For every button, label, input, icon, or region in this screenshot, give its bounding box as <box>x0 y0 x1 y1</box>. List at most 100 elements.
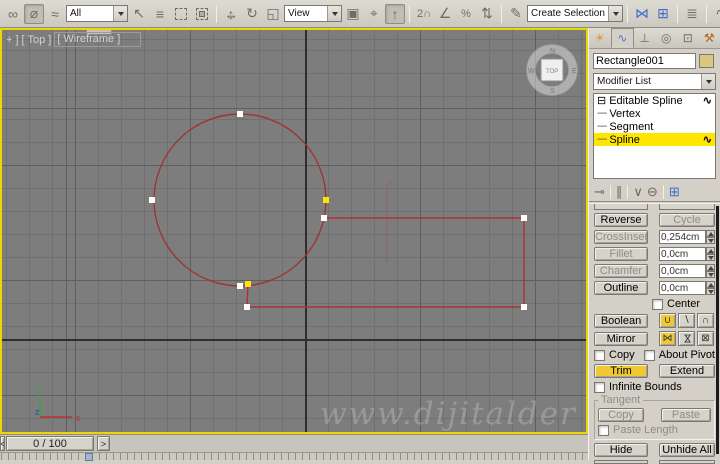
tab-utilities utilities-icon[interactable]: ⚒ <box>699 28 720 48</box>
viewport-top[interactable]: x N E S W TOP y <box>0 28 588 434</box>
tab-display display-icon[interactable]: ⊡ <box>677 28 699 48</box>
about-pivot-checkbox[interactable] <box>644 350 655 361</box>
fillet-button[interactable]: Fillet <box>594 247 648 261</box>
mirror-both-icon[interactable]: ⊠ <box>697 331 714 346</box>
select-object-icon[interactable]: ↖ <box>129 4 149 24</box>
pin-stack-icon[interactable]: ⊸ <box>594 184 605 200</box>
stack-item-vertex[interactable]: ---- Vertex <box>594 107 715 120</box>
select-by-name-icon[interactable]: ≡ <box>150 4 170 24</box>
infinite-bounds-checkbox[interactable] <box>594 382 605 393</box>
spline-vertex[interactable] <box>521 304 527 310</box>
chevron-down-icon[interactable] <box>113 6 127 21</box>
fillet-value[interactable]: 0,0cm <box>659 247 706 261</box>
mirror-icon[interactable]: ⋈ <box>632 4 652 24</box>
show-end-result-icon[interactable]: ∥ <box>616 184 623 200</box>
make-unique-icon[interactable]: ∨ <box>633 184 643 200</box>
spline-vertex[interactable] <box>237 283 243 289</box>
percent-snap-toggle-icon[interactable]: % <box>456 4 476 24</box>
spline-vertex-selected[interactable] <box>245 281 251 287</box>
angle-snap-toggle-icon[interactable]: ∠ <box>435 4 455 24</box>
unlink-selection-icon[interactable]: ⌀ <box>24 4 44 24</box>
viewcube-east[interactable]: E <box>572 68 577 75</box>
tangent-copy-button[interactable]: Copy <box>598 408 644 422</box>
chamfer-button[interactable]: Chamfer <box>594 264 648 278</box>
extend-button[interactable]: Extend <box>659 364 715 378</box>
curve-editor-icon[interactable]: ∿ <box>711 4 720 24</box>
paste-length-checkbox[interactable] <box>598 425 609 436</box>
select-and-scale-icon[interactable]: ◱ <box>263 4 283 24</box>
spinner-down[interactable] <box>706 237 715 244</box>
select-and-manipulate-icon[interactable]: ⌖ <box>364 4 384 24</box>
rectangle-spline[interactable] <box>247 218 524 307</box>
track-bar[interactable] <box>0 452 588 460</box>
viewport-menu-shading[interactable]: [ Wireframe ] <box>54 32 141 47</box>
viewcube-west[interactable]: W <box>528 68 535 75</box>
boolean-subtract-icon[interactable]: ∖ <box>678 313 695 328</box>
circle-spline[interactable] <box>154 114 326 286</box>
remove-modifier-icon[interactable]: ⊖ <box>647 184 658 200</box>
reference-coordinate-system-select[interactable]: View <box>284 5 342 22</box>
use-pivot-point-center-icon[interactable]: ▣ <box>343 4 363 24</box>
chevron-down-icon[interactable] <box>327 6 341 21</box>
rollout-scrollbar[interactable] <box>716 206 719 454</box>
named-selection-set-select[interactable]: Create Selection Se <box>527 5 623 22</box>
edit-named-selection-sets-icon[interactable]: ✎ <box>506 4 526 24</box>
align-icon[interactable]: ⊞ <box>653 4 673 24</box>
boolean-intersect-icon[interactable]: ∩ <box>697 313 714 328</box>
chamfer-value[interactable]: 0,0cm <box>659 264 706 278</box>
spline-vertex[interactable] <box>149 197 155 203</box>
outline-button[interactable]: Outline <box>594 281 648 295</box>
previous-frame-button[interactable]: < <box>0 436 5 451</box>
spline-vertex[interactable] <box>237 111 243 117</box>
spinner-up[interactable] <box>706 281 715 288</box>
next-frame-button[interactable]: > <box>97 436 110 451</box>
viewcube-south[interactable]: S <box>550 88 555 95</box>
modifier-list-select[interactable]: Modifier List <box>593 73 716 90</box>
viewport-menu-pov[interactable]: [ Top ] <box>22 34 52 46</box>
spinner-snap-toggle-icon[interactable]: ⇅ <box>477 4 497 24</box>
bind-to-space-warp-icon[interactable]: ≈ <box>45 4 65 24</box>
time-slider-handle[interactable]: 0 / 100 <box>6 436 94 451</box>
snaps-toggle-icon[interactable]: 2∩ <box>414 4 434 24</box>
tab-modify modify-icon[interactable]: ∿ <box>611 28 635 48</box>
window-crossing-icon[interactable] <box>192 4 212 24</box>
selection-filter-select[interactable]: All <box>66 5 128 22</box>
keyboard-shortcut-override-icon[interactable]: ↑ <box>385 4 405 24</box>
spinner-up[interactable] <box>706 230 715 237</box>
mirror-horizontal-icon[interactable]: ⋈ <box>659 331 676 346</box>
trim-button[interactable]: Trim <box>594 364 648 378</box>
tab-hierarchy hierarchy-icon[interactable]: ⊥ <box>634 28 656 48</box>
reverse-button[interactable]: Reverse <box>594 213 648 227</box>
spinner-up[interactable] <box>706 264 715 271</box>
mirror-button[interactable]: Mirror <box>594 332 648 346</box>
layer-manager-icon[interactable]: ≣ <box>682 4 702 24</box>
cross-insert-button[interactable]: CrossInsert <box>594 230 648 244</box>
viewcube-north[interactable]: N <box>550 48 555 55</box>
boolean-button[interactable]: Boolean <box>594 314 648 328</box>
viewport-menu-general[interactable]: + ] <box>6 34 19 46</box>
spline-vertex[interactable] <box>321 215 327 221</box>
boolean-union-icon[interactable]: ∪ <box>659 313 676 328</box>
viewcube[interactable]: N E S W TOP <box>527 45 578 96</box>
spline-vertex-selected[interactable] <box>323 197 329 203</box>
stack-item-spline-selected[interactable]: ---- Spline ∿ <box>594 133 715 146</box>
object-color-swatch[interactable] <box>699 54 714 68</box>
object-name-input[interactable] <box>593 53 696 69</box>
center-checkbox[interactable] <box>652 299 663 310</box>
spline-vertex[interactable] <box>521 215 527 221</box>
chevron-down-icon[interactable] <box>701 74 715 89</box>
spinner-up[interactable] <box>706 247 715 254</box>
select-and-move-icon[interactable]: ↔ ↕ <box>221 4 241 24</box>
tab-motion motion-icon[interactable]: ◎ <box>656 28 678 48</box>
cycle-button[interactable]: Cycle <box>659 213 715 227</box>
spinner-down[interactable] <box>706 288 715 295</box>
time-slider[interactable]: < 0 / 100 > <box>0 434 588 452</box>
stack-item-editable-spline[interactable]: ⊟ Editable Spline ∿ <box>594 94 715 107</box>
outline-value[interactable]: 0,0cm <box>659 281 706 295</box>
stack-item-segment[interactable]: ---- Segment <box>594 120 715 133</box>
hide-button[interactable]: Hide <box>594 443 648 457</box>
mirror-vertical-icon[interactable]: ⋈ <box>678 331 695 346</box>
cross-insert-value[interactable]: 0,254cm <box>659 230 706 244</box>
rectangular-selection-region-icon[interactable] <box>171 4 191 24</box>
tangent-paste-button[interactable]: Paste <box>661 408 711 422</box>
